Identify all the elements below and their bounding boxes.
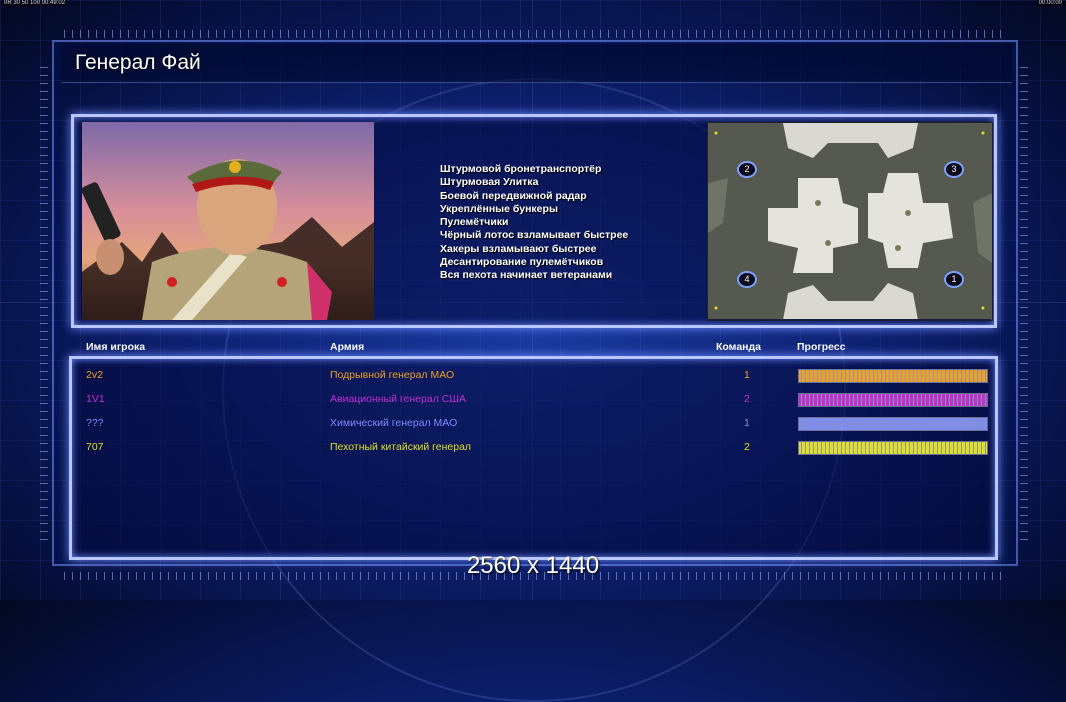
map-start-marker: 3	[944, 161, 964, 178]
player-team: 1	[744, 369, 750, 381]
top-bar-left-stats: 0R 30 50 100 00:49:02	[2, 0, 68, 6]
resolution-label: 2560 x 1440	[466, 552, 600, 579]
header-progress: Прогресс	[797, 341, 846, 353]
player-name: ???	[86, 417, 104, 429]
player-army: Подрывной генерал МАО	[330, 369, 455, 381]
player-name: 1V1	[86, 393, 105, 405]
player-team: 1	[744, 417, 750, 429]
general-briefing-panel: Штурмовой бронетранспортёр Штурмовая Ули…	[71, 114, 997, 328]
map-preview: 2 3 4 1	[707, 122, 993, 321]
general-portrait-image	[82, 122, 374, 320]
feature-item: Боевой передвижной радар	[440, 189, 587, 202]
general-portrait-icon	[82, 122, 374, 320]
frame-ticks-right	[1020, 60, 1028, 540]
top-bar-clock: 00:00:00	[1036, 0, 1064, 6]
map-start-marker: 4	[737, 271, 757, 288]
header-army: Армия	[330, 341, 365, 353]
progress-fill	[799, 370, 987, 382]
top-status-bar: 0R 30 50 100 00:49:02 00:00:00	[0, 0, 1066, 8]
title-bar: Генерал Фай	[62, 44, 1012, 83]
player-army: Пехотный китайский генерал	[330, 441, 472, 453]
table-row: 707 Пехотный китайский генерал 2	[72, 435, 995, 459]
map-start-marker: 2	[737, 161, 757, 178]
feature-item: Хакеры взламывают быстрее	[440, 242, 597, 255]
player-team: 2	[744, 393, 750, 405]
header-player-name: Имя игрока	[86, 341, 146, 353]
feature-item: Штурмовая Улитка	[440, 176, 539, 189]
player-army: Авиационный генерал США	[330, 393, 466, 405]
player-progress-bar	[798, 369, 988, 383]
player-name: 2v2	[86, 369, 103, 381]
header-team: Команда	[716, 341, 761, 353]
feature-item: Десантирование пулемётчиков	[440, 256, 604, 269]
progress-fill	[799, 418, 987, 430]
feature-item: Пулемётчики	[440, 216, 509, 229]
progress-fill	[799, 442, 987, 454]
player-progress-bar	[798, 417, 988, 431]
player-team: 2	[744, 441, 750, 453]
table-row: 1V1 Авиационный генерал США 2	[72, 387, 995, 411]
feature-item: Чёрный лотос взламывает быстрее	[440, 229, 629, 242]
players-table: 2v2 Подрывной генерал МАО 1 1V1 Авиацион…	[69, 356, 998, 560]
general-features-list: Штурмовой бронетранспортёр Штурмовая Ули…	[440, 163, 628, 283]
table-row: ??? Химический генерал МАО 1	[72, 411, 995, 435]
player-army: Химический генерал МАО	[330, 417, 458, 429]
map-terrain-icon	[708, 123, 992, 320]
map-start-marker: 1	[944, 271, 964, 288]
player-progress-bar	[798, 393, 988, 407]
map-preview-footer	[707, 319, 991, 321]
frame-ticks-left	[40, 60, 48, 540]
feature-item: Штурмовой бронетранспортёр	[440, 163, 602, 175]
player-name: 707	[86, 441, 104, 453]
page-title: Генерал Фай	[75, 51, 201, 74]
progress-fill	[799, 394, 987, 406]
frame-ticks-top	[64, 30, 1004, 38]
feature-item: Вся пехота начинает ветеранами	[440, 269, 613, 282]
player-progress-bar	[798, 441, 988, 455]
table-row: 2v2 Подрывной генерал МАО 1	[72, 363, 995, 387]
feature-item: Укреплённые бункеры	[440, 202, 558, 215]
